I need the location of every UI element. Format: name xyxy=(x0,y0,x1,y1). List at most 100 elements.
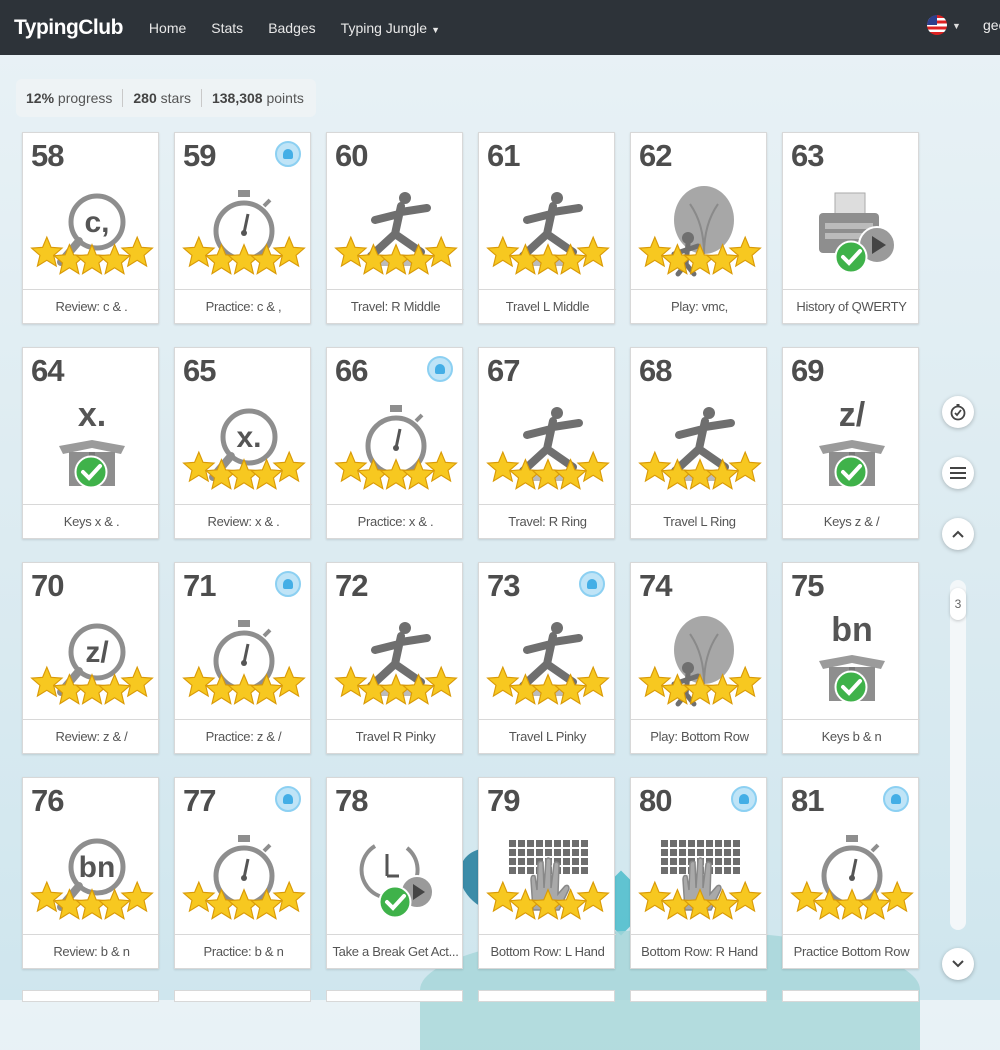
lesson-number: 61 xyxy=(487,138,520,173)
lesson-card[interactable]: 66 Practice: x & . xyxy=(326,347,464,539)
nav-home[interactable]: Home xyxy=(149,20,186,36)
lesson-number: 73 xyxy=(487,568,520,603)
lesson-card[interactable]: 59 Practice: c & , xyxy=(174,132,312,324)
lesson-number: 60 xyxy=(335,138,368,173)
lesson-number: 76 xyxy=(31,783,64,818)
badge-icon xyxy=(883,786,909,812)
star-rating xyxy=(334,235,458,275)
key-text: bn xyxy=(831,611,873,649)
brand-logo[interactable]: TypingClub xyxy=(14,16,123,40)
lesson-card[interactable]: 77 Practice: b & n xyxy=(174,777,312,969)
lesson-card[interactable]: 60 Travel: R Middle xyxy=(326,132,464,324)
lesson-card[interactable]: 63 History of QWERTY xyxy=(782,132,920,324)
stars-label: stars xyxy=(160,90,191,106)
scroll-track[interactable] xyxy=(950,580,966,930)
chevron-down-icon[interactable]: ▼ xyxy=(952,21,961,31)
menu-button[interactable] xyxy=(942,457,974,489)
lesson-card[interactable]: 70 z/Review: z & / xyxy=(22,562,160,754)
lesson-card[interactable]: 58 c, Review: c & . xyxy=(22,132,160,324)
lesson-title: Bottom Row: L Hand xyxy=(479,934,616,968)
star-rating xyxy=(486,665,610,705)
lesson-card[interactable]: 74 Play: Bottom Row xyxy=(630,562,768,754)
lesson-card[interactable]: 81 Practice Bottom Row xyxy=(782,777,920,969)
stopwatch-icon xyxy=(950,404,966,421)
badge-icon xyxy=(275,141,301,167)
lesson-number: 69 xyxy=(791,353,824,388)
lesson-card[interactable]: 75 bn Keys b & n xyxy=(782,562,920,754)
scroll-up-button[interactable] xyxy=(942,518,974,550)
lesson-card[interactable]: 78 Take a Break Get Act... xyxy=(326,777,464,969)
star-rating xyxy=(486,235,610,275)
badge-icon xyxy=(427,356,453,382)
menu-icon xyxy=(950,467,966,479)
lesson-title: Play: vmc, xyxy=(631,289,768,323)
scroll-down-button[interactable] xyxy=(942,948,974,980)
nav-badges[interactable]: Badges xyxy=(268,20,315,36)
chevron-down-icon: ▼ xyxy=(431,24,440,35)
progress-summary: 12% progress 280 stars 138,308 points xyxy=(16,79,316,117)
nav-stats[interactable]: Stats xyxy=(211,20,243,36)
lesson-title: Practice: x & . xyxy=(327,504,464,538)
star-rating xyxy=(638,665,762,705)
key-text: z/ xyxy=(838,396,865,434)
stopwatch-button[interactable] xyxy=(942,396,974,428)
lesson-card[interactable]: 79 Bottom Row: L Hand xyxy=(478,777,616,969)
lesson-title: Review: x & . xyxy=(175,504,312,538)
lesson-card[interactable]: 61 Travel L Middle xyxy=(478,132,616,324)
star-rating xyxy=(182,450,306,490)
scroll-thumb[interactable]: 3 xyxy=(950,588,966,620)
lesson-card[interactable]: 65 x. Review: x & . xyxy=(174,347,312,539)
lesson-card[interactable]: 72 Travel R Pinky xyxy=(326,562,464,754)
lesson-card[interactable]: 76 bn Review: b & n xyxy=(22,777,160,969)
lesson-number: 62 xyxy=(639,138,672,173)
lesson-card[interactable]: 68 Travel L Ring xyxy=(630,347,768,539)
lesson-grid: 58 c, Review: c & . 59 Practice: c & , 60 Trav… xyxy=(22,132,922,969)
star-rating xyxy=(334,665,458,705)
lesson-number: 79 xyxy=(487,783,520,818)
lesson-title: Travel L Middle xyxy=(479,289,616,323)
lesson-title: Travel: R Ring xyxy=(479,504,616,538)
lesson-card[interactable]: 64 x. Keys x & . xyxy=(22,347,160,539)
lesson-card[interactable]: 73 Travel L Pinky xyxy=(478,562,616,754)
lesson-number: 75 xyxy=(791,568,824,603)
nav-typing-jungle[interactable]: Typing Jungle ▼ xyxy=(341,20,440,36)
lesson-number: 71 xyxy=(183,568,216,603)
lesson-number: 66 xyxy=(335,353,368,388)
progress-percent: 12% xyxy=(26,90,55,106)
lesson-number: 59 xyxy=(183,138,216,173)
lesson-card[interactable]: 62 Play: vmc, xyxy=(630,132,768,324)
checkmark-icon xyxy=(834,240,867,274)
lesson-card[interactable]: 69 z/Keys z & / xyxy=(782,347,920,539)
lesson-number: 78 xyxy=(335,783,368,818)
star-rating xyxy=(30,665,154,705)
star-rating xyxy=(790,880,914,920)
badge-icon xyxy=(731,786,757,812)
lesson-title: Keys b & n xyxy=(783,719,920,753)
points-count: 138,308 xyxy=(211,90,263,106)
lesson-number: 72 xyxy=(335,568,368,603)
star-rating xyxy=(30,235,154,275)
lesson-card[interactable]: 67 Travel: R Ring xyxy=(478,347,616,539)
star-rating xyxy=(638,880,762,920)
checkmark-icon xyxy=(378,885,411,919)
lesson-title: Take a Break Get Act... xyxy=(327,934,464,968)
lesson-title: Review: z & / xyxy=(23,719,160,753)
checkmark-icon xyxy=(834,670,867,704)
stars-count: 280 xyxy=(133,90,157,106)
star-rating xyxy=(182,235,306,275)
star-rating xyxy=(486,450,610,490)
points-label: points xyxy=(266,90,304,106)
lesson-number: 81 xyxy=(791,783,824,818)
lesson-title: Keys z & / xyxy=(783,504,920,538)
user-menu[interactable]: geo xyxy=(983,17,1000,33)
lesson-card[interactable]: 80 Bottom Row: R Hand xyxy=(630,777,768,969)
lesson-number: 70 xyxy=(31,568,64,603)
lesson-number: 65 xyxy=(183,353,216,388)
top-navbar: TypingClub Home Stats Badges Typing Jung… xyxy=(0,0,1000,55)
language-flag-icon[interactable] xyxy=(927,15,947,35)
chevron-down-icon xyxy=(952,960,964,968)
badge-icon xyxy=(275,786,301,812)
lesson-title: Practice Bottom Row xyxy=(783,934,920,968)
lesson-card[interactable]: 71 Practice: z & / xyxy=(174,562,312,754)
lesson-title: Practice: c & , xyxy=(175,289,312,323)
